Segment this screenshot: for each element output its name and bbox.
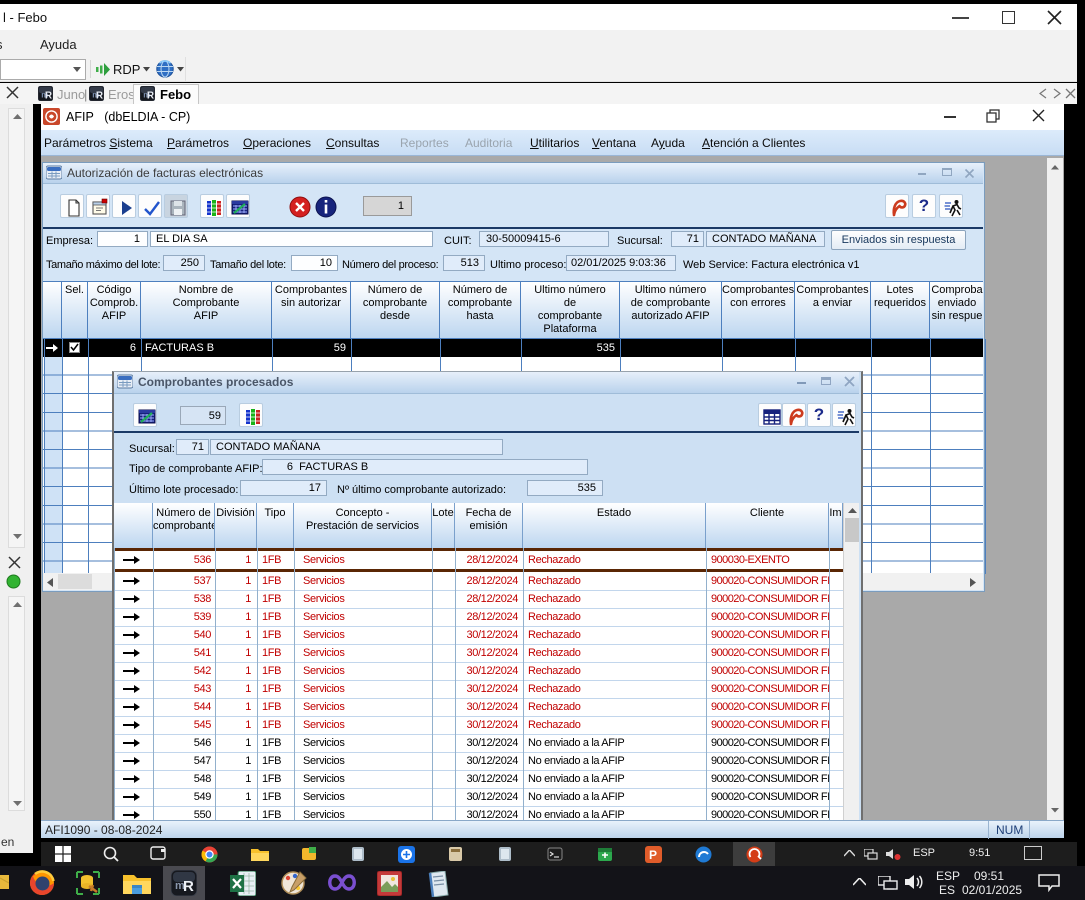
svg-text:P: P — [649, 848, 657, 862]
svg-text:R: R — [96, 90, 104, 101]
svg-text:R: R — [147, 90, 155, 101]
svg-text:R: R — [183, 878, 194, 895]
svg-text:R: R — [45, 90, 53, 101]
